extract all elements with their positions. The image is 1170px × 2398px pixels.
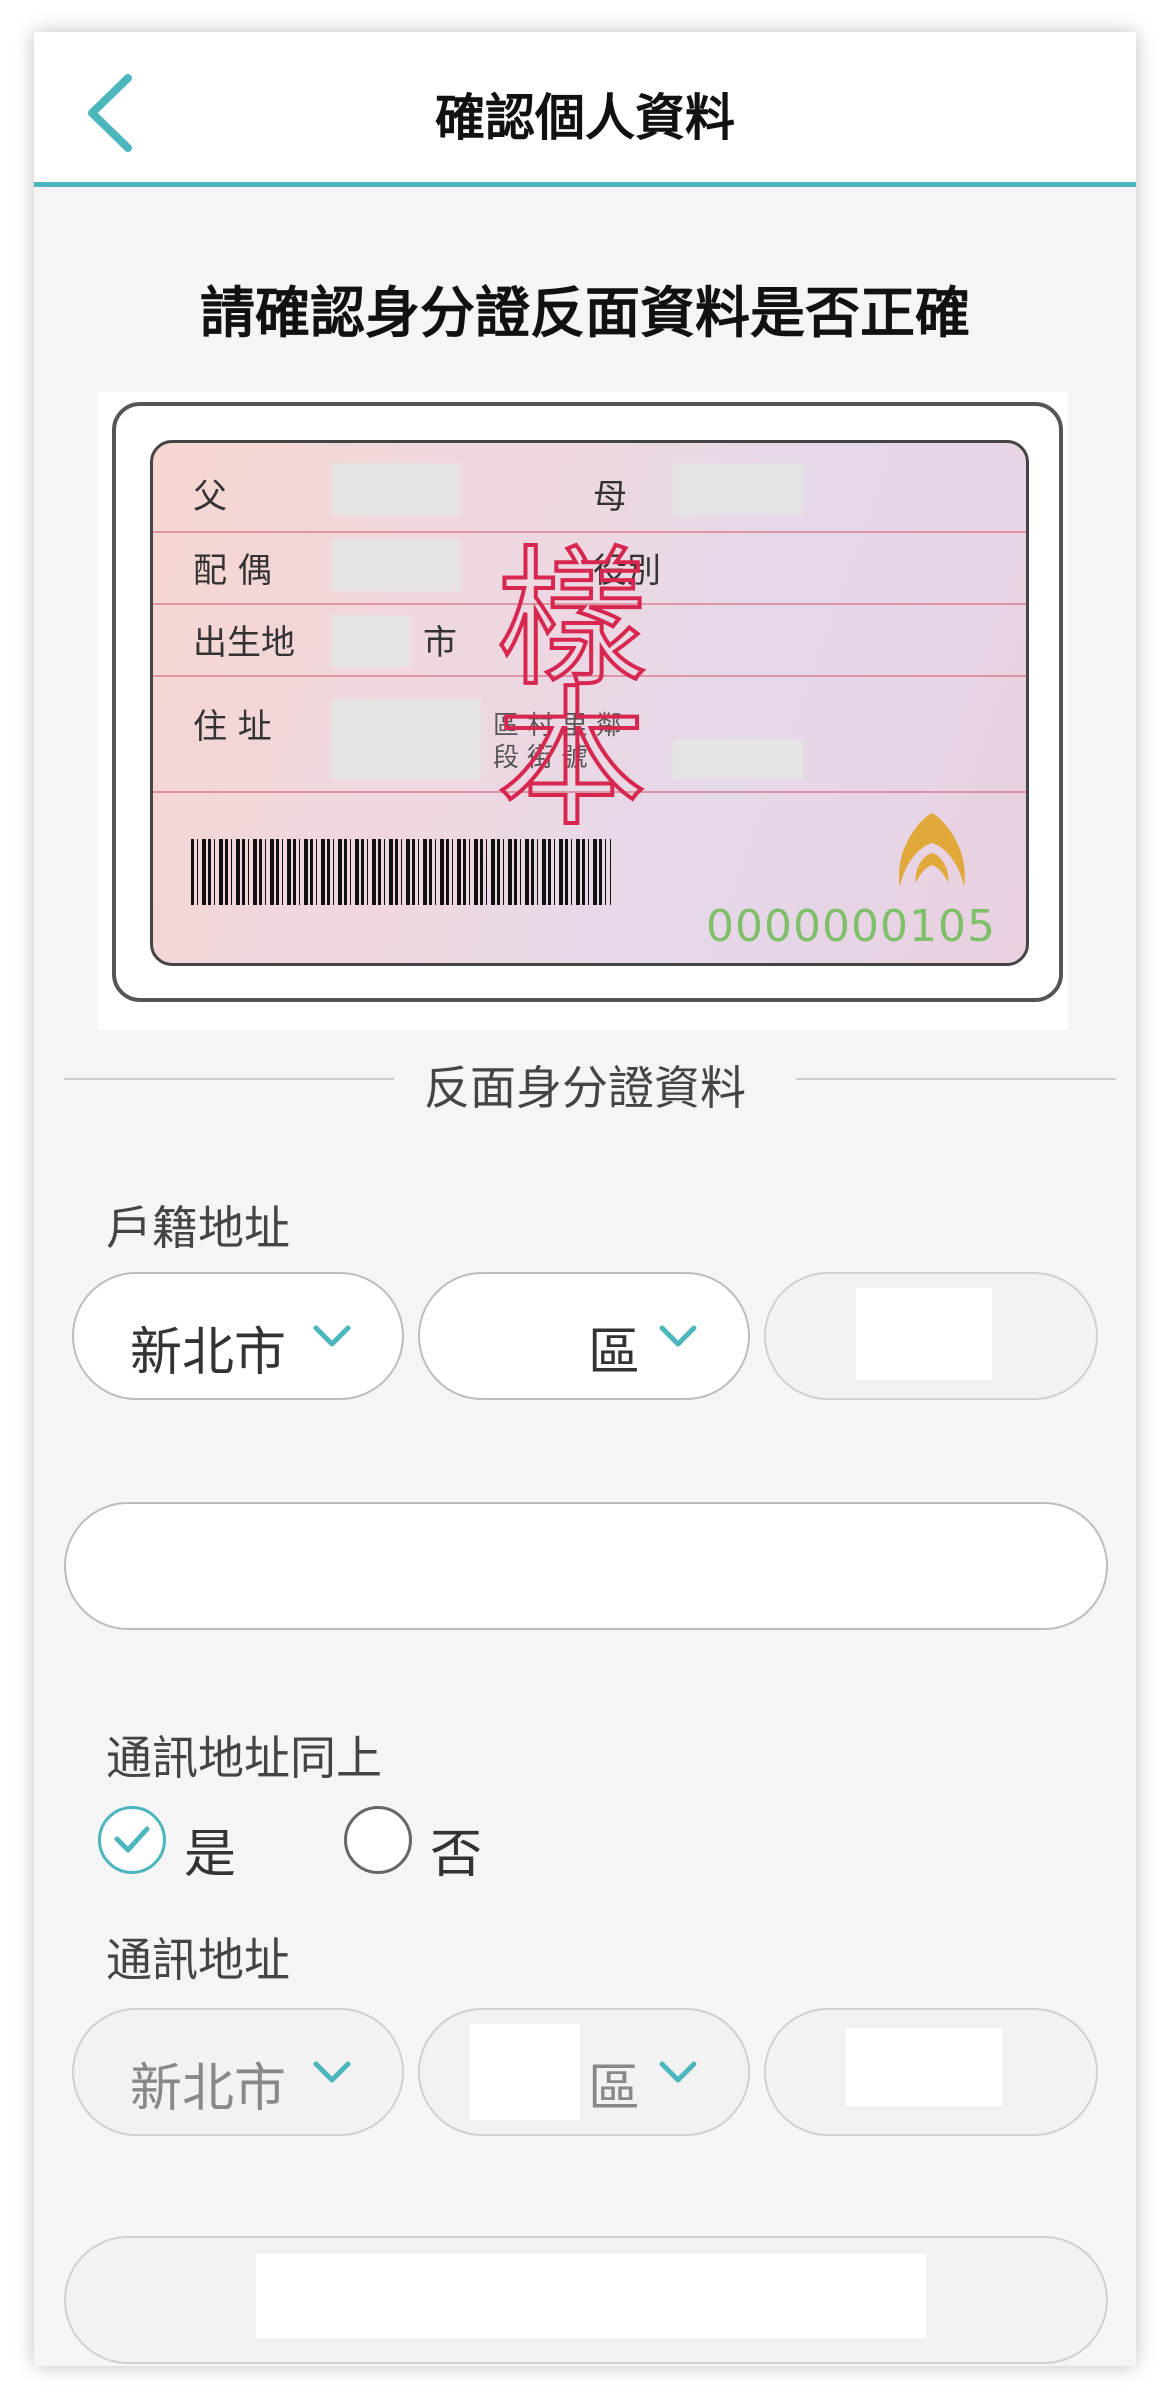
household-district-suffix: 區 bbox=[588, 1323, 641, 1383]
barcode bbox=[191, 839, 611, 905]
mailing-district-select: 區 bbox=[418, 2008, 750, 2136]
specimen-stamp: 樣本 bbox=[469, 537, 647, 821]
id-card-image: 父 母 配 偶 役別 出生地 市 住 址 區 村 里 鄰 段 街 號 樣本 00… bbox=[98, 392, 1068, 1030]
radio-no[interactable] bbox=[344, 1806, 412, 1874]
household-city-select[interactable]: 新北市 bbox=[72, 1272, 404, 1400]
household-district-select[interactable]: 區 bbox=[418, 1272, 750, 1400]
redaction-mask bbox=[673, 463, 803, 515]
redaction-mask bbox=[331, 699, 481, 779]
section-title: 反面身分證資料 bbox=[424, 1061, 746, 1115]
mailing-city-value: 新北市 bbox=[130, 2059, 287, 2119]
redaction-mask bbox=[256, 2254, 926, 2338]
card-label-mother: 母 bbox=[593, 477, 627, 517]
chevron-down-icon bbox=[659, 2061, 697, 2083]
page-title: 確認個人資料 bbox=[435, 89, 735, 147]
card-rule bbox=[153, 531, 1026, 533]
radio-no-label[interactable]: 否 bbox=[430, 1812, 482, 1887]
mailing-city-select: 新北市 bbox=[72, 2008, 404, 2136]
household-zip-field bbox=[764, 1272, 1098, 1400]
chevron-down-icon bbox=[659, 1325, 697, 1347]
id-card-back: 父 母 配 偶 役別 出生地 市 住 址 區 村 里 鄰 段 街 號 樣本 00… bbox=[150, 440, 1029, 966]
mailing-zip-field bbox=[764, 2008, 1098, 2136]
household-city-value: 新北市 bbox=[130, 1323, 287, 1383]
redaction-mask bbox=[331, 463, 461, 515]
top-bar: 確認個人資料 bbox=[34, 32, 1136, 187]
radio-yes-label[interactable]: 是 bbox=[184, 1812, 236, 1887]
instruction-heading: 請確認身分證反面資料是否正確 bbox=[199, 281, 970, 345]
card-city-suffix: 市 bbox=[423, 623, 457, 663]
redaction-mask bbox=[846, 2028, 1002, 2106]
card-label-birthplace: 出生地 bbox=[193, 623, 295, 663]
redaction-mask bbox=[331, 539, 461, 591]
mailing-same-label: 通訊地址同上 bbox=[106, 1731, 382, 1785]
check-icon bbox=[114, 1826, 150, 1853]
id-card-frame: 父 母 配 偶 役別 出生地 市 住 址 區 村 里 鄰 段 街 號 樣本 00… bbox=[112, 402, 1063, 1002]
radio-yes[interactable] bbox=[98, 1806, 166, 1874]
mailing-street-input bbox=[64, 2236, 1108, 2364]
app-screen: 確認個人資料 請確認身分證反面資料是否正確 父 母 配 偶 役別 出生地 市 住… bbox=[34, 32, 1136, 2366]
emblem-icon bbox=[899, 813, 965, 887]
card-label-father: 父 bbox=[193, 477, 227, 517]
household-address-label: 戶籍地址 bbox=[106, 1201, 290, 1255]
mailing-district-suffix: 區 bbox=[588, 2059, 641, 2119]
chevron-down-icon bbox=[313, 1325, 351, 1347]
redaction-mask bbox=[470, 2024, 580, 2120]
redaction-mask bbox=[331, 615, 411, 667]
household-street-input[interactable] bbox=[64, 1502, 1108, 1630]
card-label-spouse: 配 偶 bbox=[193, 551, 272, 591]
divider-line bbox=[796, 1078, 1116, 1080]
redaction-mask bbox=[856, 1288, 992, 1380]
chevron-down-icon bbox=[313, 2061, 351, 2083]
card-serial-number: 0000000105 bbox=[706, 901, 996, 952]
redaction-mask bbox=[673, 739, 803, 779]
mailing-address-label: 通訊地址 bbox=[106, 1933, 290, 1987]
card-label-address: 住 址 bbox=[193, 707, 272, 747]
